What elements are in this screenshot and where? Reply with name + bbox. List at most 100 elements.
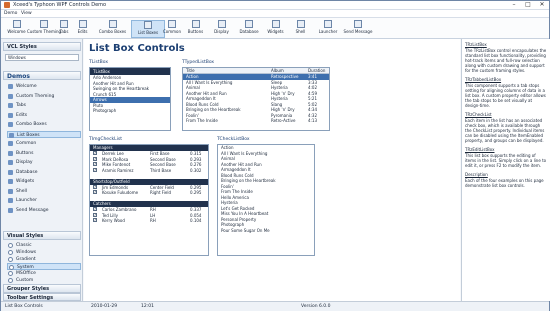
toolbar-button-combo-boxes[interactable]: Combo Boxes [94, 20, 131, 38]
visual-style-label: Gradient [16, 257, 36, 262]
column-header[interactable]: Title [186, 68, 195, 73]
visual-style-msoffice[interactable]: MSOffice [7, 270, 81, 277]
help-heading: Description [465, 172, 488, 177]
minimize-button[interactable]: – [507, 1, 521, 9]
toolbar-button-widgets[interactable]: Widgets [263, 20, 288, 38]
sidebar-item-tabs[interactable]: Tabs [7, 102, 81, 109]
sidebar-item-database[interactable]: Database [7, 169, 81, 176]
sidebar-item-icon [8, 188, 13, 194]
sidebar-item-launcher[interactable]: Launcher [7, 197, 81, 204]
menu-view[interactable]: View [21, 11, 32, 16]
sidebar-item-common[interactable]: Common [7, 140, 81, 147]
toolbar-icon [245, 20, 253, 28]
checkbox[interactable]: ✓ [93, 218, 97, 222]
sidebar-item-list-boxes[interactable]: List Boxes [7, 130, 81, 138]
help-text: Each of the four examples on this page d… [465, 178, 544, 188]
radio-icon [8, 243, 13, 248]
tlistbox-label: TListBox [89, 60, 108, 65]
toolbar-button-label: Combo Boxes [98, 29, 127, 34]
visual-style-custom[interactable]: Custom [7, 277, 81, 284]
table-cell: Retro-Active [271, 118, 296, 123]
listbox-header: TListBox [90, 68, 170, 75]
demos-header[interactable]: Demos [3, 71, 81, 80]
checkbox[interactable]: ✓ [93, 212, 97, 217]
toolbar-button-edits[interactable]: Edits [73, 20, 92, 38]
toolbar-icon [354, 20, 362, 28]
toolbar-icon [296, 20, 305, 28]
toolbar-icon [191, 20, 200, 28]
visual-style-classic[interactable]: Classic [7, 242, 81, 249]
toolbar-button-send-message[interactable]: Send Message [338, 20, 378, 38]
menu-demo[interactable]: Demo [4, 11, 17, 16]
close-button[interactable]: ✕ [535, 1, 549, 9]
toolbar-button-display[interactable]: Display [209, 20, 234, 38]
table-cell: 4:13 [308, 118, 317, 123]
toolbar-icon [40, 20, 48, 28]
sidebar-item-buttons[interactable]: Buttons [7, 150, 81, 157]
sidebar-item-shell[interactable]: Shell [7, 188, 81, 195]
checkbox[interactable]: ✓ [93, 184, 97, 189]
checklist-item[interactable]: Pour Some Sugar On Me [218, 228, 314, 234]
sidebar-item-icon [8, 198, 13, 203]
checkbox[interactable]: ✓ [93, 190, 97, 194]
typed-listbox[interactable]: Title Album Duration Action Retrospective 3:4… [182, 67, 330, 131]
vcl-styles-select[interactable]: Windows [5, 54, 79, 61]
visual-styles-header[interactable]: Visual Styles [3, 231, 81, 240]
visual-style-windows[interactable]: Windows [7, 249, 81, 256]
toolbar-button-database[interactable]: Database [235, 20, 263, 38]
sidebar-item-label: Shell [16, 188, 27, 194]
toolbar-button-label: Database [239, 29, 259, 34]
checklistbox[interactable]: Action All I Want Is Everything Animal Anot… [217, 144, 315, 256]
sidebar-item-icon [8, 160, 13, 165]
image-checklist[interactable]: Managers ✓ Derrek Lee First Base 0.315 ✓ Mark … [89, 144, 209, 256]
sidebar-item-display[interactable]: Display [7, 159, 81, 166]
table-cell: From The Inside [186, 118, 218, 123]
list-item[interactable]: Photograph [90, 108, 170, 114]
checkbox[interactable]: ✓ [93, 151, 97, 155]
demos-title: Demos [7, 73, 30, 80]
visual-style-label: Windows [16, 250, 37, 255]
sidebar-item-widgets[interactable]: Widgets [7, 178, 81, 185]
visual-style-system[interactable]: System [7, 263, 81, 270]
toolbar-button-label: List Boxes [137, 30, 159, 35]
sidebar-item-label: Buttons [16, 150, 34, 156]
table-row[interactable]: From The Inside Retro-Active 4:13 [183, 118, 329, 124]
toolbar-icon [60, 20, 68, 28]
sidebar-item-edits[interactable]: Edits [7, 112, 81, 119]
maximize-button[interactable]: □ [521, 1, 535, 9]
toolbar-icon [271, 20, 280, 28]
vcl-styles-header[interactable]: VCL Styles [3, 42, 81, 51]
app-window: Xceed's Typhoon WPF Controls Demo – □ ✕ … [0, 0, 550, 311]
checkbox[interactable]: ✓ [93, 162, 97, 166]
toolbar-button-common[interactable]: Common [161, 20, 183, 38]
visual-style-gradient[interactable]: Gradient [7, 256, 81, 263]
toolbar-button-label: Edits [77, 29, 88, 34]
column-header[interactable]: Album [271, 68, 284, 73]
toolbar-button-tabs[interactable]: Tabs [56, 20, 72, 38]
sidebar-item-label: Launcher [16, 198, 37, 203]
column-header[interactable]: Duration [308, 68, 325, 73]
status-time: 12:01 [141, 304, 154, 309]
toolbar-settings-header[interactable]: Toolbar Settings [3, 293, 81, 301]
grouper-styles-header[interactable]: Grouper Styles [3, 284, 81, 293]
toolbar-button-buttons[interactable]: Buttons [183, 20, 208, 38]
app-icon [4, 2, 10, 8]
checkbox[interactable]: ✓ [93, 167, 97, 172]
help-heading: TRzListBox [465, 42, 487, 47]
checkbox[interactable]: ✓ [93, 207, 97, 211]
tlistbox[interactable]: TListBox Arlo Anderson Another Hit and Run… [89, 67, 171, 131]
sidebar-item-combo-boxes[interactable]: Combo Boxes [7, 121, 81, 128]
checkbox[interactable]: ✓ [93, 156, 97, 161]
help-text: The TRzListBox control encapsulates the … [465, 48, 547, 73]
window-title: Xceed's Typhoon WPF Controls Demo [13, 2, 107, 8]
sidebar-item-send-message[interactable]: Send Message [7, 207, 81, 214]
toolbar-button-shell[interactable]: Shell [291, 20, 310, 38]
toolbar-button-list-boxes[interactable]: List Boxes [131, 20, 165, 38]
sidebar-item-label: Widgets [16, 179, 35, 184]
toolbar: Welcome Custom Theming Tabs Edits Combo Boxe… [1, 18, 549, 39]
sidebar-item-welcome[interactable]: Welcome [7, 83, 81, 90]
sidebar-item-custom-theming[interactable]: Custom Theming [7, 93, 81, 100]
